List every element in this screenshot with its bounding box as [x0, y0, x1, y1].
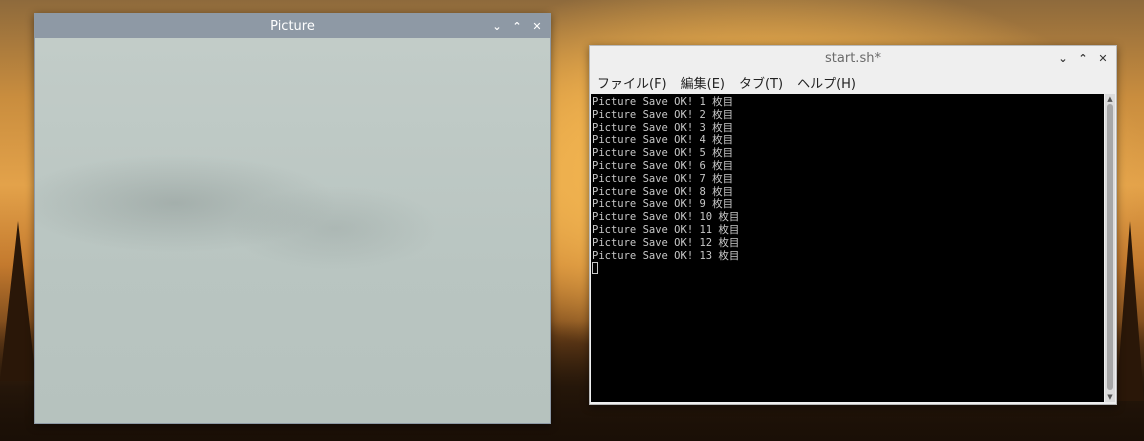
maximize-icon[interactable]: ⌃ [508, 17, 526, 35]
terminal-line: Picture Save OK! 5 枚目 [592, 147, 734, 160]
pagoda-silhouette-right [1116, 221, 1144, 401]
menu-file[interactable]: ファイル(F) [597, 73, 667, 92]
terminal-line: Picture Save OK! 11 枚目 [592, 223, 740, 236]
terminal-line: Picture Save OK! 4 枚目 [592, 134, 734, 147]
menu-help[interactable]: ヘルプ(H) [797, 73, 856, 92]
close-icon[interactable]: ✕ [528, 17, 546, 35]
pagoda-silhouette-left [0, 221, 36, 381]
maximize-icon[interactable]: ⌃ [1074, 49, 1092, 67]
minimize-icon[interactable]: ⌄ [1054, 49, 1072, 67]
terminal-line: Picture Save OK! 13 枚目 [592, 249, 740, 262]
scroll-up-arrow-icon[interactable]: ▲ [1105, 94, 1115, 104]
minimize-icon[interactable]: ⌄ [488, 17, 506, 35]
terminal-line: Picture Save OK! 2 枚目 [592, 108, 734, 121]
scroll-down-arrow-icon[interactable]: ▼ [1105, 392, 1115, 402]
picture-titlebar[interactable]: Picture ⌄ ⌃ ✕ [35, 14, 550, 38]
close-icon[interactable]: ✕ [1094, 49, 1112, 67]
terminal-scrollbar[interactable]: ▲ ▼ [1105, 94, 1115, 402]
terminal-line: Picture Save OK! 1 枚目 [592, 96, 734, 108]
terminal-window: start.sh* ⌄ ⌃ ✕ ファイル(F) 編集(E) タブ(T) ヘルプ(… [589, 45, 1117, 405]
terminal-line: Picture Save OK! 9 枚目 [592, 198, 734, 211]
terminal-prompt-line [592, 262, 1104, 278]
terminal-line: Picture Save OK! 10 枚目 [592, 211, 740, 224]
picture-window-controls: ⌄ ⌃ ✕ [488, 14, 546, 38]
terminal-window-controls: ⌄ ⌃ ✕ [1054, 46, 1112, 70]
terminal-line: Picture Save OK! 8 枚目 [592, 185, 734, 198]
terminal-menubar: ファイル(F) 編集(E) タブ(T) ヘルプ(H) [590, 70, 1116, 94]
terminal-window-title: start.sh* [825, 50, 881, 66]
terminal-line: Picture Save OK! 3 枚目 [592, 121, 734, 134]
picture-canvas [35, 38, 550, 423]
menu-edit[interactable]: 編集(E) [681, 73, 725, 92]
terminal-titlebar[interactable]: start.sh* ⌄ ⌃ ✕ [590, 46, 1116, 70]
picture-window: Picture ⌄ ⌃ ✕ [34, 13, 551, 424]
terminal-line: Picture Save OK! 12 枚目 [592, 236, 740, 249]
terminal-line: Picture Save OK! 6 枚目 [592, 159, 734, 172]
picture-window-title: Picture [270, 18, 315, 34]
terminal-line: Picture Save OK! 7 枚目 [592, 172, 734, 185]
scrollbar-thumb[interactable] [1107, 104, 1113, 390]
menu-tab[interactable]: タブ(T) [739, 73, 783, 92]
text-cursor [592, 262, 598, 275]
terminal-output[interactable]: Picture Save OK! 1 枚目 Picture Save OK! 2… [591, 94, 1104, 402]
